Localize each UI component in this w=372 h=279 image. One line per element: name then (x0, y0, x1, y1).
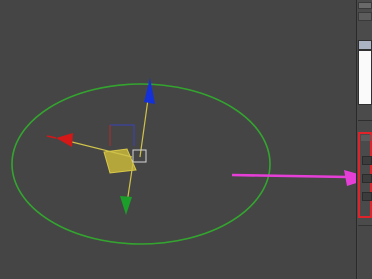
panel-divider (358, 120, 372, 130)
rollout-field[interactable] (362, 156, 372, 165)
panel-toolbar-field[interactable] (358, 12, 372, 21)
arrow-shaft (231, 173, 349, 179)
pin-stack-icon[interactable] (358, 112, 372, 118)
x-arrow-icon[interactable] (56, 133, 73, 147)
modifier-stack-list[interactable] (358, 50, 372, 105)
circle-shape[interactable] (11, 83, 271, 245)
gizmo-xy-plane[interactable] (103, 148, 137, 174)
parameters-rollout-highlight[interactable] (358, 132, 372, 218)
rollout-header[interactable] (361, 135, 371, 141)
rollout-field[interactable] (362, 192, 372, 201)
viewport[interactable] (0, 0, 356, 279)
z-arrow-icon[interactable] (144, 78, 155, 104)
x-axis-line (63, 139, 133, 158)
gizmo-plane-top (110, 124, 135, 146)
x-arrow-tail (46, 135, 57, 139)
magenta-arrow-icon (344, 170, 356, 186)
panel-lower-section (358, 225, 372, 279)
annotation-arrow (231, 170, 356, 186)
panel-tab[interactable] (358, 40, 372, 50)
pivot-box[interactable] (132, 149, 147, 163)
panel-toolbar-button[interactable] (358, 2, 372, 9)
move-gizmo[interactable] (46, 78, 155, 215)
viewport-scene[interactable] (0, 0, 356, 279)
y-arrow-icon[interactable] (120, 196, 132, 215)
rollout-field[interactable] (362, 174, 372, 183)
